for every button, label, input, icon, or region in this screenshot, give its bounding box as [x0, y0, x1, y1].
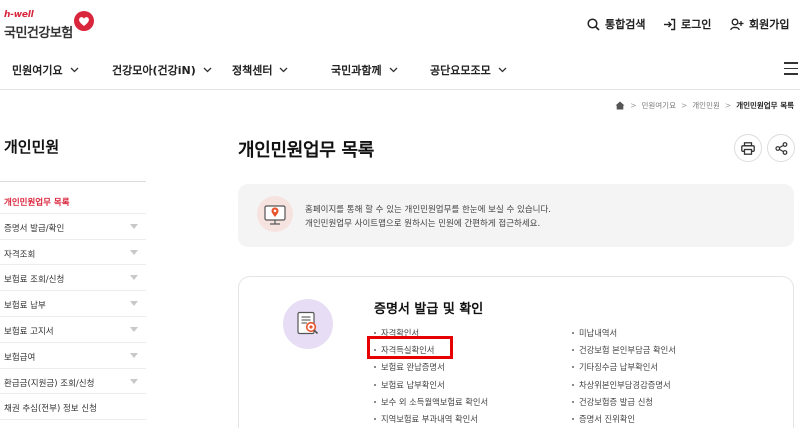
caret-down-icon	[130, 326, 138, 332]
logo-tagline: h-well	[4, 10, 34, 20]
list-item[interactable]: 건강보험증 발급 신청	[572, 393, 676, 410]
breadcrumb-current: 개인민원업무 목록	[736, 101, 794, 110]
print-button[interactable]	[734, 134, 762, 162]
notice-box: 홈페이지를 통해 할 수 있는 개인민원업무를 한눈에 보실 수 있습니다. 개…	[238, 184, 794, 247]
sidebar-item-label: 개인민원업무 목록	[4, 198, 70, 208]
sidebar-item-premium-inquiry[interactable]: 보험료 조회/신청	[0, 265, 146, 292]
add-user-icon	[730, 18, 744, 30]
nav-menu-civil[interactable]: 민원여기요	[12, 62, 79, 78]
list-item[interactable]: 보험료 납부확인서	[374, 376, 488, 393]
sidebar-item-label: 환급금(지원금) 조회/신청	[4, 378, 95, 389]
sidebar-item-label: 증명서 발급/확인	[4, 223, 65, 234]
sidebar-title: 개인민원	[4, 138, 60, 156]
logo-text: 국민건강보험	[4, 26, 73, 41]
sidebar-item-benefits[interactable]: 보험급여	[0, 343, 146, 369]
caret-down-icon	[130, 275, 138, 281]
integrated-search-link[interactable]: 통합검색	[587, 14, 645, 34]
caret-down-icon	[130, 378, 138, 384]
sidebar-item-label: 자격조회	[4, 249, 36, 260]
breadcrumb: > 민원여기요 > 개인민원 > 개인민원업무 목록	[615, 100, 794, 111]
chevron-down-icon	[70, 67, 79, 73]
list-item[interactable]: 건강보험 본인부담금 확인서	[572, 341, 676, 358]
nav-menu-label: 민원여기요	[12, 64, 63, 77]
list-item[interactable]: 미납내역서	[572, 324, 676, 341]
search-icon	[587, 17, 600, 31]
list-item[interactable]: 기타징수금 납부확인서	[572, 359, 676, 376]
sidebar-item-list[interactable]: 개인민원업무 목록	[0, 188, 146, 214]
page-title: 개인민원업무 목록	[238, 140, 375, 161]
nav-menu-agency[interactable]: 공단요모조모	[430, 62, 507, 78]
notice-text: 홈페이지를 통해 할 수 있는 개인민원업무를 한눈에 보실 수 있습니다. 개…	[305, 203, 551, 231]
nav-menu-policy[interactable]: 정책센터	[232, 62, 288, 78]
login-label: 로그인	[681, 18, 712, 31]
sidebar-item-refund[interactable]: 환급금(지원금) 조회/신청	[0, 369, 146, 395]
card-title: 증명서 발급 및 확인	[374, 302, 484, 317]
search-label: 통합검색	[605, 18, 646, 31]
caret-down-icon	[130, 223, 138, 229]
nav-menu-health[interactable]: 건강모아(건강iN)	[112, 62, 212, 78]
print-icon	[741, 141, 755, 155]
home-icon[interactable]	[615, 101, 625, 110]
heart-logo-icon	[74, 11, 94, 31]
sidebar-item-premium-payment[interactable]: 보험료 납부	[0, 291, 146, 317]
sidebar-item-qualification[interactable]: 자격조회	[0, 240, 146, 266]
certificate-list-right: 미납내역서 건강보험 본인부담금 확인서 기타징수금 납부확인서 차상위본인부담…	[572, 324, 676, 428]
card-icon	[283, 299, 333, 349]
nav-menu-together[interactable]: 국민과함께	[331, 62, 398, 78]
site-header: h-well 국민건강보험 통합검색 로그인 회원가입	[0, 0, 800, 48]
highlight-box	[367, 336, 453, 359]
sidebar-item-label: 보험료 조회/신청	[4, 275, 65, 286]
nav-menu-label: 국민과함께	[331, 64, 382, 77]
nav-menu-label: 건강모아(건강iN)	[112, 64, 196, 77]
list-item[interactable]: 증명서 진위확인	[572, 410, 676, 427]
sidebar-item-label: 채권 추심(전부) 정보 신청	[4, 404, 97, 415]
sidebar-item-label: 보험료 납부	[4, 301, 46, 312]
sidebar-item-debt[interactable]: 채권 추심(전부) 정보 신청	[0, 394, 146, 421]
sidebar-item-certificate[interactable]: 증명서 발급/확인	[0, 214, 146, 240]
login-icon	[664, 18, 676, 30]
chevron-down-icon	[280, 67, 288, 73]
certificate-card: 증명서 발급 및 확인 자격확인서 자격득실확인서 보험료 완납증명서 보험료 …	[238, 276, 794, 428]
chevron-down-icon	[389, 67, 398, 73]
login-link[interactable]: 로그인	[663, 14, 711, 34]
sidebar-item-premium-bill[interactable]: 보험료 고지서	[0, 317, 146, 343]
notice-line-2: 개인민원업무 사이트맵으로 원하시는 민원에 간편하게 접근하세요.	[305, 219, 541, 229]
caret-down-icon	[130, 352, 138, 358]
nav-menu-label: 공단요모조모	[430, 64, 491, 77]
nav-menu-label: 정책센터	[232, 64, 273, 77]
global-nav: 민원여기요 건강모아(건강iN) 정책센터 국민과함께 공단요모조모	[0, 48, 800, 90]
breadcrumb-item[interactable]: 개인민원	[692, 100, 720, 111]
breadcrumb-item[interactable]: 민원여기요	[641, 100, 676, 111]
share-button[interactable]	[767, 134, 795, 162]
join-label: 회원가입	[749, 18, 790, 31]
sidebar-item-label: 보험급여	[4, 352, 36, 363]
monitor-location-icon	[257, 196, 293, 232]
sidebar-menu: 개인민원업무 목록 증명서 발급/확인 자격조회 보험료 조회/신청 보험료 납…	[0, 188, 146, 421]
hamburger-menu-icon[interactable]	[784, 62, 798, 75]
list-item[interactable]: 지역보험료 부과내역 확인서	[374, 410, 488, 427]
sidebar-item-label: 보험료 고지서	[4, 326, 54, 337]
document-search-icon	[297, 311, 319, 335]
join-link[interactable]: 회원가입	[730, 14, 789, 34]
list-item[interactable]: 차상위본인부담경감증명서	[572, 376, 676, 393]
caret-down-icon	[130, 249, 138, 255]
site-logo[interactable]: h-well 국민건강보험	[4, 10, 104, 42]
chevron-down-icon	[498, 67, 507, 73]
list-item[interactable]: 보험료 완납증명서	[374, 359, 488, 376]
notice-line-1: 홈페이지를 통해 할 수 있는 개인민원업무를 한눈에 보실 수 있습니다.	[305, 205, 551, 215]
caret-down-icon	[130, 301, 138, 307]
list-item[interactable]: 보수 외 소득월액보험료 확인서	[374, 393, 488, 410]
sidebar-divider	[0, 181, 146, 182]
chevron-down-icon	[203, 67, 212, 73]
share-icon	[774, 141, 787, 155]
